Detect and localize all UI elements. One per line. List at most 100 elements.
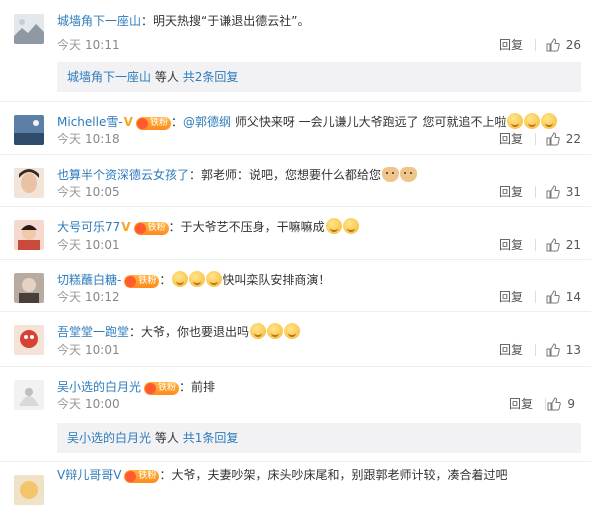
- reply-button[interactable]: 回复: [509, 396, 533, 412]
- comment-meta: 今天 10:01: [57, 342, 120, 358]
- comment-line: 吾堂堂一跑堂：大爷，你也要退出吗: [57, 323, 581, 341]
- divider: [535, 186, 536, 198]
- comment-item: Michelle雪-V 铁粉 ：@郭德纲 师父快来呀 一会儿谦儿大爷跑远了 您可就追…: [0, 101, 591, 155]
- smile-emoji-icon: [267, 323, 284, 339]
- verified-icon: V: [123, 115, 133, 129]
- avatar[interactable]: [14, 115, 44, 145]
- comment-username[interactable]: 切糕蘸白糖-: [57, 273, 121, 287]
- thread-reply-count[interactable]: 共2条回复: [183, 70, 239, 84]
- like-button[interactable]: 13: [546, 342, 581, 358]
- thread-username[interactable]: 城墙角下一座山: [67, 70, 151, 84]
- fan-badge: 铁粉: [124, 275, 160, 288]
- comment-line: 也算半个资深德云女孩了：郭老师：说吧，您想要什么都给您: [57, 166, 581, 184]
- thread-reply-count[interactable]: 共1条回复: [183, 431, 239, 445]
- thumbs-up-icon: [546, 185, 560, 199]
- comment-date: 今天: [57, 397, 82, 411]
- avatar[interactable]: [14, 168, 44, 198]
- comment-date: 今天: [57, 343, 82, 357]
- comment-text: 大爷，夫妻吵架，床头吵床尾和，别跟郭老师计较，凑合着过吧: [171, 468, 508, 482]
- comment-date: 今天: [57, 38, 82, 52]
- thumbs-up-icon: [546, 343, 560, 357]
- comment-username[interactable]: 吾堂堂一跑堂: [57, 325, 129, 339]
- like-count: 9: [567, 397, 575, 411]
- avatar[interactable]: [14, 220, 44, 250]
- fan-badge: 铁粉: [124, 470, 160, 483]
- reply-button[interactable]: 回复: [499, 184, 523, 200]
- like-button[interactable]: 14: [546, 289, 581, 305]
- thread-middle: 等人: [154, 70, 179, 84]
- like-button[interactable]: 26: [546, 37, 581, 53]
- comment-date: 今天: [57, 290, 82, 304]
- comment-line: 大号可乐77V 铁粉 ：于大爷艺不压身，干嘛嘛成: [57, 218, 581, 236]
- cat-emoji-icon: [382, 167, 400, 182]
- comment-text: 快叫栾队安排商演！: [222, 273, 331, 287]
- avatar[interactable]: [14, 380, 44, 410]
- cat-emoji-icon: [400, 167, 418, 182]
- comment-item: 大号可乐77V 铁粉 ：于大爷艺不压身，干嘛嘛成 今天 10:01 回复 21: [0, 206, 591, 260]
- comment-username[interactable]: 吴小选的白月光: [57, 380, 141, 394]
- comment-item: 吾堂堂一跑堂：大爷，你也要退出吗 今天 10:01 回复 13: [0, 311, 591, 367]
- comment-line: 城墙角下一座山：明天热搜“于谦退出德云社”。: [57, 14, 310, 28]
- comment-username[interactable]: 大号可乐77: [57, 220, 120, 234]
- avatar[interactable]: [14, 325, 44, 355]
- comment-date: 今天: [57, 238, 82, 252]
- reply-button[interactable]: 回复: [499, 131, 523, 147]
- avatar[interactable]: [14, 273, 44, 303]
- avatar[interactable]: [14, 14, 44, 44]
- comment-item: 也算半个资深德云女孩了：郭老师：说吧，您想要什么都给您 今天 10:05 回复 3…: [0, 154, 591, 207]
- divider: [535, 344, 536, 356]
- mention-link[interactable]: @郭德纲: [183, 115, 231, 129]
- thumbs-up-icon: [547, 397, 562, 411]
- smile-emoji-icon: [172, 271, 189, 287]
- avatar[interactable]: [14, 475, 44, 505]
- like-count: 21: [565, 238, 581, 252]
- comment-time: 10:05: [85, 185, 120, 199]
- comment-text: 郭老师：说吧，您想要什么都给您: [201, 168, 382, 182]
- comment-line: V辩儿哥哥V 铁粉 ：大爷，夫妻吵架，床头吵床尾和，别跟郭老师计较，凑合着过吧: [57, 468, 508, 483]
- thread-middle: 等人: [154, 431, 179, 445]
- reply-button[interactable]: 回复: [499, 289, 523, 305]
- comment-item: V辩儿哥哥V 铁粉 ：大爷，夫妻吵架，床头吵床尾和，别跟郭老师计较，凑合着过吧: [0, 461, 591, 505]
- thumbs-up-icon: [546, 38, 560, 52]
- thumbs-up-icon: [546, 238, 560, 252]
- divider: [535, 239, 536, 251]
- smile-emoji-icon: [189, 271, 206, 287]
- reply-thread[interactable]: 吴小选的白月光 等人 共1条回复: [57, 423, 581, 453]
- fan-badge: 铁粉: [135, 117, 171, 130]
- comment-meta: 今天 10:00: [57, 396, 120, 412]
- smile-emoji-icon: [284, 323, 301, 339]
- like-button[interactable]: 21: [546, 237, 581, 253]
- comment-meta: 今天 10:11: [57, 37, 120, 53]
- thumbs-up-icon: [546, 132, 560, 146]
- comment-meta: 今天 10:05: [57, 184, 120, 200]
- comment-username[interactable]: V辩儿哥哥V: [57, 468, 121, 482]
- smile-emoji-icon: [541, 113, 558, 129]
- reply-thread[interactable]: 城墙角下一座山 等人 共2条回复: [57, 62, 581, 92]
- like-button[interactable]: 22: [546, 131, 581, 147]
- thread-username[interactable]: 吴小选的白月光: [67, 431, 151, 445]
- comment-username[interactable]: Michelle雪-: [57, 115, 123, 129]
- comment-username[interactable]: 城墙角下一座山: [57, 14, 141, 28]
- verified-icon: V: [121, 220, 131, 234]
- like-button[interactable]: 9: [547, 396, 575, 412]
- like-count: 26: [565, 38, 581, 52]
- comment-meta: 今天 10:01: [57, 237, 120, 253]
- smile-emoji-icon: [325, 218, 342, 234]
- like-count: 14: [565, 290, 581, 304]
- comment-text: 师父快来呀 一会儿谦儿大爷跑远了 您可就追不上啦: [231, 115, 507, 129]
- smile-emoji-icon: [507, 113, 524, 129]
- comment-text: 明天热搜“于谦退出德云社”。: [153, 14, 310, 28]
- reply-button[interactable]: 回复: [499, 237, 523, 253]
- comment-username[interactable]: 也算半个资深德云女孩了: [57, 168, 189, 182]
- reply-button[interactable]: 回复: [499, 342, 523, 358]
- smile-emoji-icon: [524, 113, 541, 129]
- smile-emoji-icon: [342, 218, 359, 234]
- reply-button[interactable]: 回复: [499, 37, 523, 53]
- comment-text: 大爷，你也要退出吗: [141, 325, 250, 339]
- comment-time: 10:18: [85, 132, 120, 146]
- divider: [545, 398, 546, 410]
- comment-text: 前排: [191, 380, 216, 394]
- like-button[interactable]: 31: [546, 184, 581, 200]
- comment-date: 今天: [57, 185, 82, 199]
- comment-line: 切糕蘸白糖- 铁粉：快叫栾队安排商演！: [57, 271, 331, 288]
